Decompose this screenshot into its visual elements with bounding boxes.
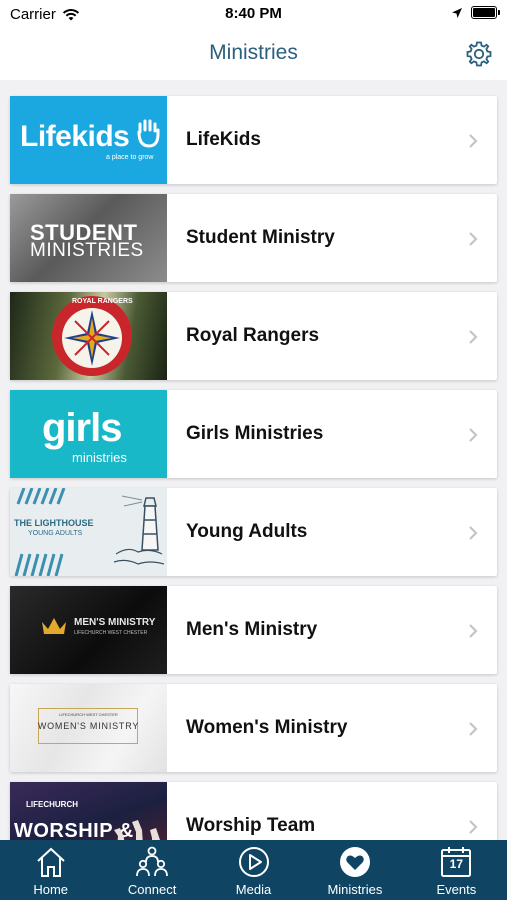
lifekids-thumbnail: Lifekids a place to grow — [10, 96, 167, 184]
thumb-title: MEN'S MINISTRY — [74, 617, 156, 628]
list-item-student-ministry[interactable]: STUDENT MINISTRIES Student Ministry — [10, 194, 497, 282]
tab-media[interactable]: Media — [203, 840, 304, 900]
status-bar: Carrier 8:40 PM — [0, 0, 507, 28]
worship-team-thumbnail: LIFECHURCH WORSHIP & — [10, 782, 167, 840]
status-right — [451, 6, 500, 19]
list-item-girls-ministries[interactable]: girls ministries Girls Ministries — [10, 390, 497, 478]
chevron-right-icon — [469, 624, 478, 638]
chevron-right-icon — [469, 134, 478, 148]
young-adults-thumbnail: THE LIGHTHOUSE YOUNG ADULTS — [10, 488, 167, 576]
raised-hands-decoration — [114, 820, 160, 840]
mens-ministry-thumbnail: MEN'S MINISTRY LIFECHURCH WEST CHESTER — [10, 586, 167, 674]
list-item-worship-team[interactable]: LIFECHURCH WORSHIP & Worship Team — [10, 782, 497, 840]
tab-label: Connect — [127, 882, 177, 897]
tab-ministries[interactable]: Ministries — [304, 840, 405, 900]
royal-rangers-thumbnail: ROYAL RANGERS — [10, 292, 167, 380]
thumb-subtitle: ministries — [72, 450, 127, 465]
tab-label: Home — [33, 882, 69, 897]
list-item-label: Student Ministry — [186, 227, 335, 248]
tab-bar: Home Connect Media Ministries 17 Events — [0, 840, 507, 900]
ministries-list[interactable]: Lifekids a place to grow LifeKids STUDEN… — [0, 80, 507, 840]
royal-rangers-emblem — [52, 296, 132, 376]
location-arrow-icon — [452, 7, 462, 18]
chevron-right-icon — [469, 232, 478, 246]
thumb-title: Lifekids — [20, 120, 130, 153]
thumb-subtitle: LIFECHURCH — [26, 800, 78, 809]
status-time: 8:40 PM — [225, 5, 282, 22]
list-item-label: Worship Team — [186, 815, 316, 836]
tab-connect[interactable]: Connect — [101, 840, 202, 900]
thumb-title: girls — [42, 406, 122, 450]
thumb-title: THE LIGHTHOUSE — [14, 518, 94, 528]
tab-home[interactable]: Home — [0, 840, 101, 900]
chevron-right-icon — [469, 428, 478, 442]
list-item-label: Men's Ministry — [186, 619, 318, 640]
chevron-right-icon — [469, 820, 478, 834]
navigation-bar: Ministries — [0, 28, 507, 80]
list-item-label: Women's Ministry — [186, 717, 348, 738]
list-item-lifekids[interactable]: Lifekids a place to grow LifeKids — [10, 96, 497, 184]
hand-icon — [137, 119, 160, 148]
people-icon — [136, 846, 169, 877]
settings-button[interactable] — [465, 40, 493, 68]
list-item-label: LifeKids — [186, 129, 261, 150]
list-item-young-adults[interactable]: THE LIGHTHOUSE YOUNG ADULTS Young Adults — [10, 488, 497, 576]
list-item-label: Royal Rangers — [186, 325, 320, 346]
list-item-womens-ministry[interactable]: LIFECHURCH WEST CHESTER WOMEN'S MINISTRY… — [10, 684, 497, 772]
thumb-subtitle: a place to grow — [106, 154, 154, 161]
calendar-date: 17 — [449, 857, 463, 871]
crown-icon — [42, 618, 66, 634]
heart-icon — [339, 847, 370, 877]
list-item-label: Young Adults — [186, 521, 308, 542]
thumb-title: WOMEN'S MINISTRY — [37, 721, 140, 731]
thumb-subtitle: LIFECHURCH WEST CHESTER — [74, 630, 148, 636]
tab-label: Media — [235, 882, 272, 897]
tab-label: Events — [436, 882, 477, 897]
list-item-mens-ministry[interactable]: MEN'S MINISTRY LIFECHURCH WEST CHESTER M… — [10, 586, 497, 674]
chevron-right-icon — [469, 722, 478, 736]
tab-events[interactable]: 17 Events — [406, 840, 507, 900]
battery-icon — [471, 6, 500, 19]
student-ministry-thumbnail: STUDENT MINISTRIES — [10, 194, 167, 282]
gear-icon — [466, 41, 492, 67]
tab-label: Ministries — [327, 882, 383, 897]
chevron-right-icon — [469, 330, 478, 344]
lighthouse-icon — [114, 495, 164, 565]
chevron-right-icon — [469, 526, 478, 540]
list-item-royal-rangers[interactable]: ROYAL RANGERS Royal Rangers — [10, 292, 497, 380]
thumb-subtitle: YOUNG ADULTS — [28, 530, 83, 537]
play-icon — [238, 847, 269, 877]
womens-ministry-thumbnail: LIFECHURCH WEST CHESTER WOMEN'S MINISTRY — [10, 684, 167, 772]
girls-ministries-thumbnail: girls ministries — [10, 390, 167, 478]
thumb-subtitle: LIFECHURCH WEST CHESTER — [59, 712, 118, 717]
list-item-label: Girls Ministries — [186, 423, 324, 444]
thumb-subtitle: MINISTRIES — [30, 240, 144, 261]
thumb-title: ROYAL RANGERS — [72, 298, 133, 305]
home-icon — [37, 847, 65, 877]
page-title: Ministries — [209, 41, 298, 64]
